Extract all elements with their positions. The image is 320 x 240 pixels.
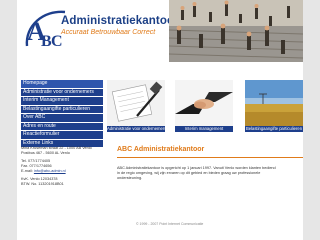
nav-item-over-abc[interactable]: Over ABC bbox=[21, 114, 103, 122]
brand-subtitle: Accuraat Betrouwbaar Correct bbox=[61, 29, 156, 36]
page-title: ABC Administratiekantoor bbox=[117, 146, 205, 153]
title-divider bbox=[117, 157, 303, 158]
tile-interim-management[interactable]: Interim management bbox=[175, 80, 233, 132]
contact-block: Mina Kruseman straat 22 - 1000 AB Venlo … bbox=[21, 146, 111, 187]
hero-photo bbox=[169, 0, 303, 62]
brand-title: Administratiekantoor bbox=[61, 15, 179, 27]
page-container: A B C Administratiekantoor Accuraat Betr… bbox=[17, 0, 303, 240]
tile-caption: Belastingaangifte particulieren bbox=[245, 126, 303, 132]
notebook-pen-icon bbox=[107, 80, 165, 126]
service-tiles: Administratie voor ondernemers Interim m… bbox=[107, 80, 303, 132]
landscape-icon bbox=[245, 80, 303, 126]
site-header: A B C Administratiekantoor Accuraat Betr… bbox=[17, 0, 303, 62]
main-navigation: Homepage Administratie voor ondernemers … bbox=[21, 80, 103, 148]
nav-item-homepage[interactable]: Homepage bbox=[21, 80, 103, 88]
intro-text: ABC Administratiekantoor is opgericht op… bbox=[117, 166, 276, 180]
footer-copyright: © 1999 - 2007 Point Internet Communicati… bbox=[136, 222, 204, 226]
handshake-icon bbox=[175, 80, 233, 126]
nav-item-administratie[interactable]: Administratie voor ondernemers bbox=[21, 88, 103, 96]
nav-item-reactieformulier[interactable]: Reactieformulier bbox=[21, 131, 103, 139]
nav-item-belastingaangifte[interactable]: Belastingaangifte particulieren bbox=[21, 105, 103, 113]
tile-caption: Administratie voor ondernemers bbox=[107, 126, 165, 132]
tile-caption: Interim management bbox=[175, 126, 233, 132]
nav-item-interim-management[interactable]: Interim Management bbox=[21, 97, 103, 105]
nav-item-adres-route[interactable]: Adres en route bbox=[21, 122, 103, 130]
email-link[interactable]: info@abc-admin.nl bbox=[34, 169, 66, 173]
tile-administratie[interactable]: Administratie voor ondernemers bbox=[107, 80, 165, 132]
contact-btw: BTW. No. 113201918B01 bbox=[21, 182, 64, 186]
tile-belastingaangifte[interactable]: Belastingaangifte particulieren bbox=[245, 80, 303, 132]
contact-email-label: E-mail: bbox=[21, 169, 33, 173]
